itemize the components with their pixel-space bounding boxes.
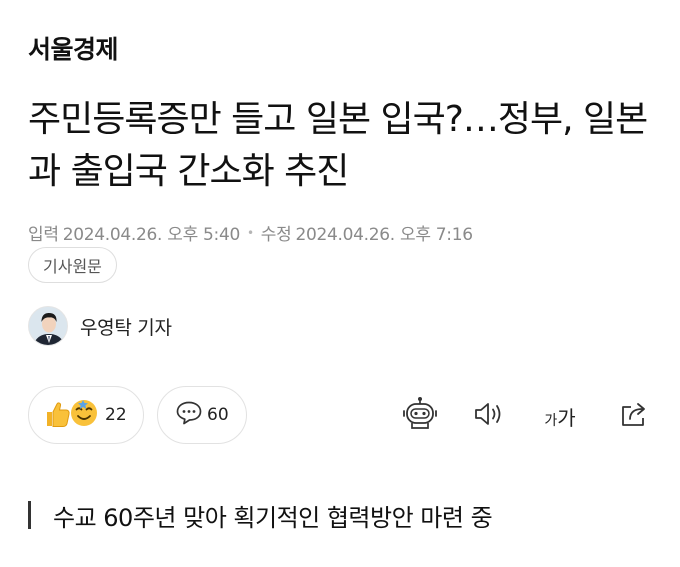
reporter-byline[interactable]: 우영탁 기자 xyxy=(28,306,172,346)
share-button[interactable] xyxy=(614,398,654,434)
speaker-icon xyxy=(471,399,505,433)
subheading-bar xyxy=(28,501,31,529)
published-label: 입력 xyxy=(28,225,59,245)
font-size-large-label: 가 xyxy=(557,405,576,430)
reporter-name[interactable]: 우영탁 기자 xyxy=(80,313,172,340)
article-subheading: 수교 60주년 맞아 획기적인 협력방안 마련 중 xyxy=(28,498,493,532)
meta-separator: • xyxy=(247,225,254,240)
font-size-icon: 가가 xyxy=(544,402,575,431)
press-logo[interactable]: 서울경제 xyxy=(28,30,119,66)
reaction-count: 22 xyxy=(105,405,127,425)
thumbs-up-and-face-emoji-icon xyxy=(43,396,101,434)
robot-summary-icon xyxy=(401,396,439,436)
font-size-small-label: 가 xyxy=(544,412,558,429)
speech-bubble-icon xyxy=(175,400,203,430)
comment-count: 60 xyxy=(207,405,229,425)
original-article-button[interactable]: 기사원문 xyxy=(28,247,117,283)
comment-button[interactable]: 60 xyxy=(157,386,247,444)
modified-datetime: 2024.04.26. 오후 7:16 xyxy=(295,225,473,245)
article-dates: 입력 2024.04.26. 오후 5:40 • 수정 2024.04.26. … xyxy=(28,220,473,245)
reporter-avatar[interactable] xyxy=(28,306,68,346)
article-headline: 주민등록증만 들고 일본 입국?…정부, 일본과 출입국 간소화 추진 xyxy=(28,99,648,192)
share-icon xyxy=(618,399,650,433)
modified-label: 수정 xyxy=(260,225,292,245)
reaction-button[interactable]: 22 xyxy=(28,386,144,444)
published-datetime: 2024.04.26. 오후 5:40 xyxy=(62,225,241,245)
subheading-text: 수교 60주년 맞아 획기적인 협력방안 마련 중 xyxy=(53,503,493,532)
font-size-button[interactable]: 가가 xyxy=(540,398,580,434)
summary-robot-button[interactable] xyxy=(400,396,440,436)
read-aloud-button[interactable] xyxy=(468,398,508,434)
